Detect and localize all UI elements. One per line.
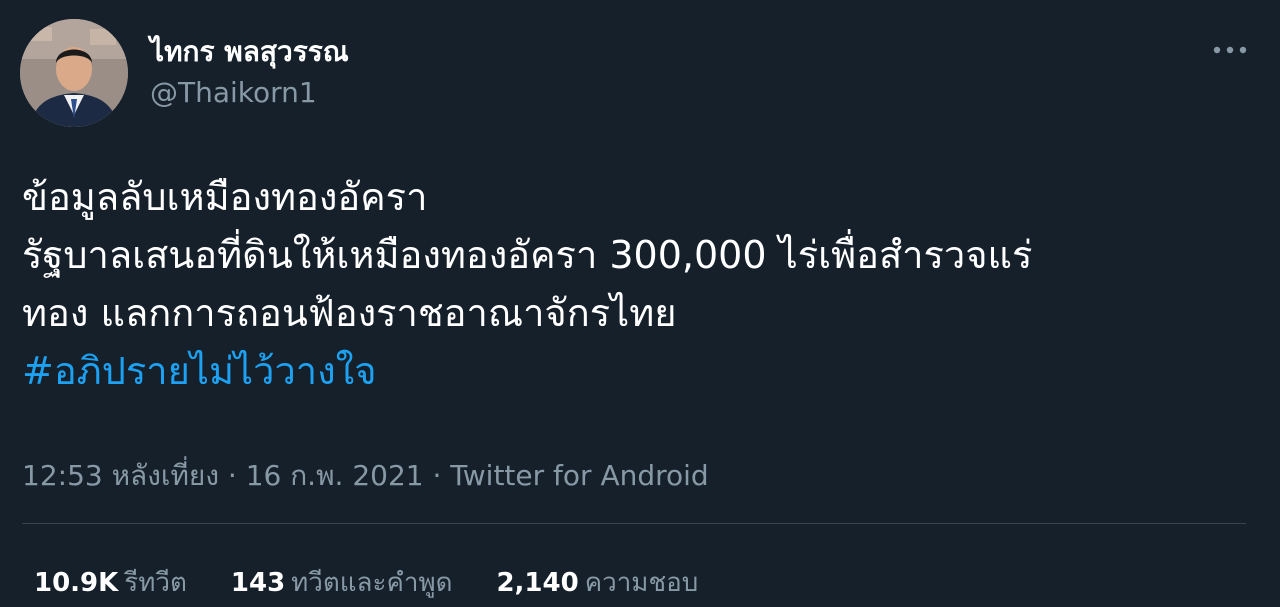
engagement-stats: 10.9K รีทวีต 143 ทวีตและคำพูด 2,140 ความชอบ	[34, 562, 698, 603]
quote-tweets-label: ทวีตและคำพูด	[291, 568, 453, 598]
tweet-metadata: 12:53 หลังเที่ยง · 16 ก.พ. 2021 · Twitte…	[22, 454, 709, 498]
author-display-name[interactable]: ไทกร พลสุวรรณ	[150, 30, 349, 74]
hashtag-link[interactable]: #อภิปรายไม่ไว้วางใจ	[22, 349, 377, 393]
author-handle[interactable]: @Thaikorn1	[150, 76, 317, 109]
tweet-text-line: ข้อมูลลับเหมืองทองอัครา	[22, 175, 428, 219]
meta-separator: ·	[423, 459, 451, 492]
tweet-date[interactable]: 16 ก.พ. 2021	[246, 459, 424, 492]
likes-count: 2,140	[496, 568, 579, 598]
more-options-button[interactable]	[1210, 36, 1250, 64]
quote-tweets-count: 143	[230, 568, 286, 598]
tweet-text: ข้อมูลลับเหมืองทองอัครา รัฐบาลเสนอที่ดิน…	[22, 168, 1262, 400]
likes-label: ความชอบ	[584, 568, 699, 598]
retweets-count: 10.9K	[34, 568, 119, 598]
avatar[interactable]	[20, 19, 128, 127]
quote-tweets-stat[interactable]: 143 ทวีตและคำพูด	[231, 562, 453, 603]
meta-separator: ·	[218, 459, 246, 492]
tweet-source[interactable]: Twitter for Android	[450, 459, 708, 492]
likes-stat[interactable]: 2,140 ความชอบ	[496, 562, 698, 603]
retweets-label: รีทวีต	[124, 568, 187, 598]
tweet-card: ไทกร พลสุวรรณ @Thaikorn1 ข้อมูลลับเหมือง…	[0, 0, 1280, 607]
tweet-time[interactable]: 12:53 หลังเที่ยง	[22, 459, 219, 492]
more-horizontal-icon	[1213, 46, 1247, 54]
retweets-stat[interactable]: 10.9K รีทวีต	[34, 562, 187, 603]
divider	[22, 523, 1246, 524]
avatar-photo	[20, 19, 128, 127]
tweet-text-line: ทอง แลกการถอนฟ้องราชอาณาจักรไทย	[22, 291, 677, 335]
tweet-text-line: รัฐบาลเสนอที่ดินให้เหมืองทองอัครา 300,00…	[22, 233, 1033, 277]
